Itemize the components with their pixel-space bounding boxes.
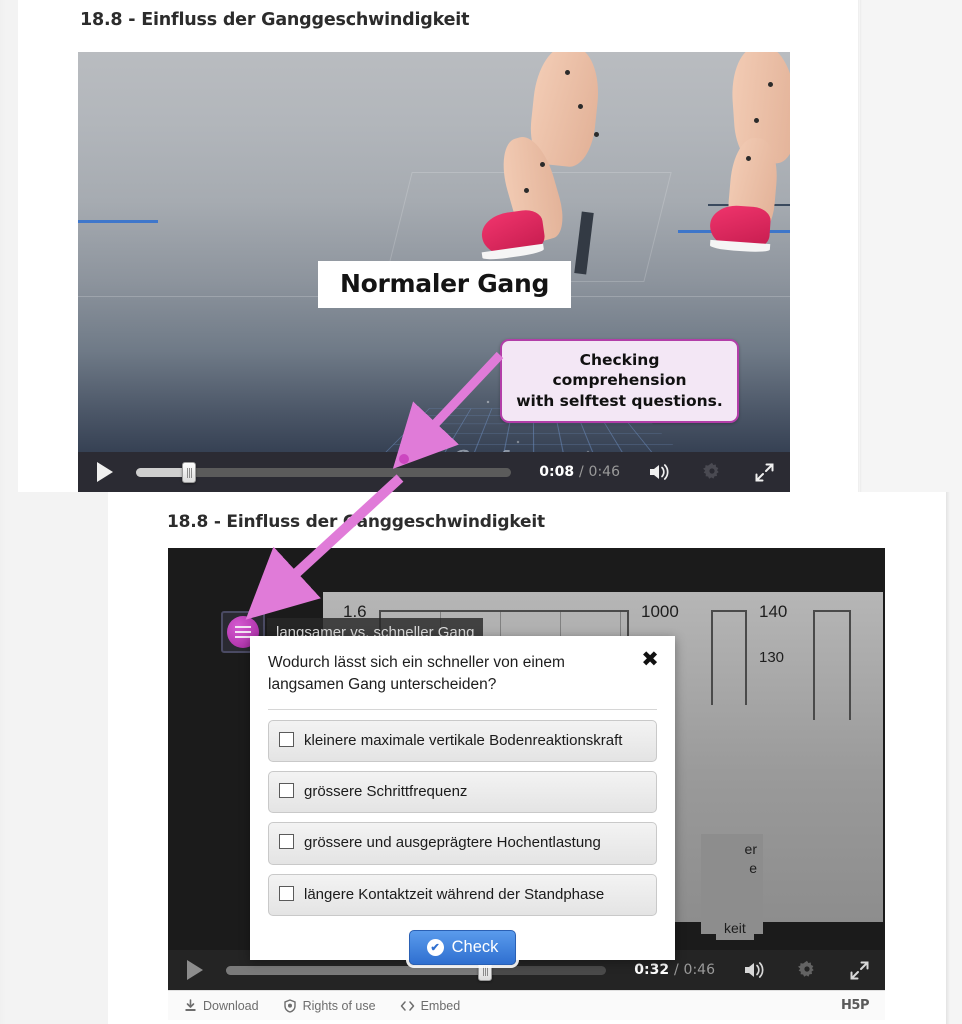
card-top-shadow bbox=[858, 0, 862, 492]
time-separator: / bbox=[578, 464, 584, 480]
seek-progress bbox=[136, 467, 189, 477]
download-label: Download bbox=[203, 998, 259, 1013]
download-button[interactable]: Download bbox=[184, 999, 259, 1013]
callout-line-2: with selftest questions. bbox=[516, 391, 723, 410]
volume-icon bbox=[745, 962, 764, 978]
chart-axis-label-3: 130 bbox=[759, 649, 785, 666]
time-display-top: 0:08 / 0:46 bbox=[525, 464, 634, 480]
h5p-action-bar[interactable]: Download Rights of use Embed H5P bbox=[168, 990, 885, 1020]
checkbox[interactable] bbox=[279, 834, 294, 850]
selftest-dialog[interactable]: ✖ Wodurch lässt sich ein schneller von e… bbox=[250, 636, 675, 965]
rights-label: Rights of use bbox=[302, 998, 376, 1013]
floor-line-left bbox=[78, 220, 158, 223]
seek-bar-bottom[interactable] bbox=[226, 959, 607, 981]
page-title-bottom: 18.8 - Einfluss der Ganggeschwindigkeit bbox=[167, 512, 545, 532]
motion-marker bbox=[768, 82, 773, 87]
duration: 0:46 bbox=[683, 962, 715, 978]
play-icon bbox=[187, 960, 203, 980]
chart-box-3 bbox=[813, 610, 851, 720]
code-icon bbox=[400, 1000, 414, 1011]
download-icon bbox=[185, 999, 196, 1011]
volume-button[interactable] bbox=[634, 452, 686, 492]
divider bbox=[268, 708, 657, 710]
motion-marker bbox=[578, 104, 583, 109]
quiz-option[interactable]: längere Kontaktzeit während der Standpha… bbox=[268, 873, 657, 916]
duration: 0:46 bbox=[588, 464, 620, 480]
chart-axis-label-1: 1000 bbox=[641, 602, 679, 621]
play-button[interactable] bbox=[78, 452, 132, 492]
h5p-logo: H5P bbox=[841, 998, 869, 1013]
volume-icon bbox=[650, 464, 669, 480]
chart-bottom-chip: keit bbox=[716, 916, 754, 940]
fullscreen-button-bottom[interactable] bbox=[833, 950, 885, 990]
check-circle-icon: ✔ bbox=[426, 938, 444, 956]
fullscreen-icon bbox=[755, 463, 773, 481]
motion-marker bbox=[524, 188, 529, 193]
fullscreen-icon bbox=[850, 961, 868, 979]
screenshot-root: 18.8 - Einfluss der Ganggeschwindigkeit … bbox=[0, 0, 962, 1024]
seek-handle[interactable] bbox=[181, 461, 196, 483]
motion-marker bbox=[540, 162, 545, 167]
volume-button-bottom[interactable] bbox=[729, 950, 781, 990]
chart-box-2 bbox=[711, 610, 747, 705]
quiz-question: Wodurch lässt sich ein schneller von ein… bbox=[268, 654, 565, 694]
motion-marker bbox=[565, 70, 570, 75]
list-lines bbox=[235, 625, 251, 639]
current-time: 0:08 bbox=[539, 464, 575, 480]
quiz-option-label: kleinere maximale vertikale Bodenreaktio… bbox=[304, 731, 623, 749]
checkbox[interactable] bbox=[279, 885, 294, 901]
card-bottom-shadow bbox=[946, 492, 950, 1024]
gear-icon bbox=[703, 462, 719, 479]
motion-marker bbox=[754, 118, 759, 123]
quiz-option-label: längere Kontaktzeit während der Standpha… bbox=[304, 885, 605, 903]
motion-marker bbox=[746, 156, 751, 161]
settings-button[interactable] bbox=[686, 452, 738, 492]
fullscreen-button[interactable] bbox=[738, 452, 790, 492]
check-button[interactable]: ✔ Check bbox=[408, 929, 517, 965]
quiz-option-label: grössere und ausgeprägtere Hochentlastun… bbox=[304, 834, 601, 852]
callout-line-1: Checking comprehension bbox=[552, 351, 687, 390]
side-chip-line-1: er bbox=[744, 841, 757, 857]
checkbox[interactable] bbox=[279, 731, 294, 747]
time-separator: / bbox=[673, 962, 679, 978]
page-title-top: 18.8 - Einfluss der Ganggeschwindigkeit bbox=[80, 10, 470, 30]
close-icon[interactable]: ✖ bbox=[639, 648, 661, 670]
quiz-option[interactable]: grössere Schrittfrequenz bbox=[268, 771, 657, 814]
quiz-option-label: grössere Schrittfrequenz bbox=[304, 783, 468, 801]
checkbox[interactable] bbox=[279, 783, 294, 799]
quiz-option[interactable]: grössere und ausgeprägtere Hochentlastun… bbox=[268, 822, 657, 865]
overlay-caption-text: Normaler Gang bbox=[340, 269, 550, 298]
chart-axis-label-2: 140 bbox=[759, 602, 788, 621]
play-button-bottom[interactable] bbox=[168, 950, 222, 990]
annotation-callout: Checking comprehension with selftest que… bbox=[500, 339, 739, 424]
shield-icon bbox=[283, 998, 296, 1013]
motion-marker bbox=[594, 132, 599, 137]
quiz-option[interactable]: kleinere maximale vertikale Bodenreaktio… bbox=[268, 719, 657, 763]
rights-of-use-button[interactable]: Rights of use bbox=[283, 999, 376, 1013]
seek-bar-top[interactable] bbox=[136, 461, 512, 483]
check-button-label: Check bbox=[451, 937, 499, 956]
embed-button[interactable]: Embed bbox=[400, 998, 461, 1013]
seek-progress bbox=[226, 965, 485, 975]
video-player-top[interactable]: 264 Normaler Gang 0:08 / 0:46 bbox=[78, 52, 790, 492]
settings-button-bottom[interactable] bbox=[781, 950, 833, 990]
side-chip-line-2: e bbox=[749, 859, 757, 876]
video-controls-top[interactable]: 0:08 / 0:46 bbox=[78, 452, 790, 492]
embed-label: Embed bbox=[420, 998, 461, 1013]
video-overlay-caption: Normaler Gang bbox=[318, 261, 572, 308]
seek-area[interactable] bbox=[132, 452, 525, 492]
gear-icon bbox=[798, 960, 814, 977]
play-icon bbox=[97, 462, 113, 482]
